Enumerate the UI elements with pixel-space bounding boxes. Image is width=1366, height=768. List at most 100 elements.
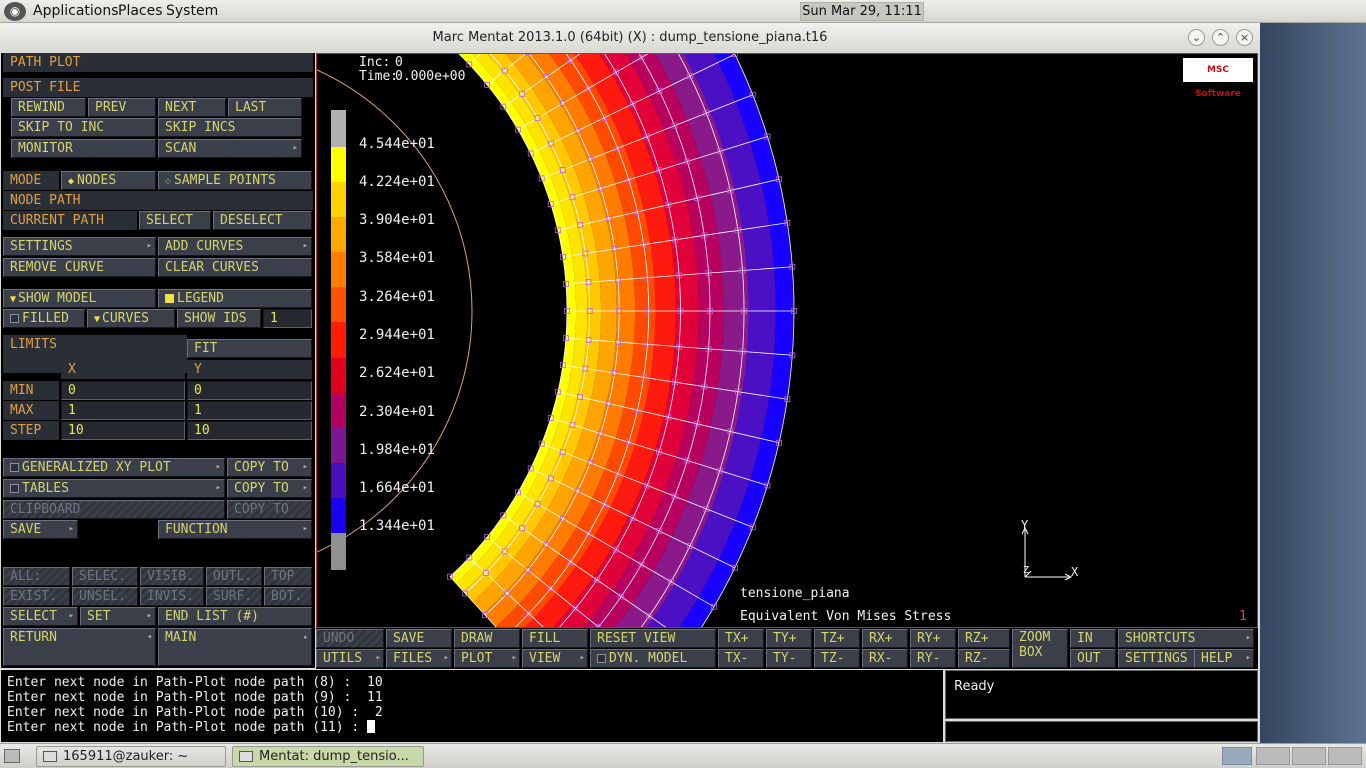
menu-system[interactable]: System	[166, 3, 218, 19]
legend-toggle[interactable]: LEGEND	[158, 289, 312, 308]
legend-value: 1.984e+01	[359, 442, 435, 458]
view-button[interactable]: VIEW ▸	[522, 649, 588, 668]
rewind-button[interactable]: REWIND	[11, 98, 86, 117]
console-line: Enter next node in Path-Plot node path (…	[7, 690, 383, 705]
tables-button[interactable]: TABLES ▸	[3, 479, 225, 498]
select-button[interactable]: SELECT ▸	[3, 607, 78, 626]
maximize-icon[interactable]: ⌃	[1212, 29, 1229, 46]
settings-button[interactable]: SETTINGS ▸	[3, 237, 156, 256]
end-list-button[interactable]: END LIST (#)	[158, 607, 312, 626]
curves-toggle[interactable]: ▼ CURVES	[87, 309, 175, 328]
nodes-radio[interactable]: ◆ NODES	[61, 171, 156, 190]
utils-button[interactable]: UTILS ▸	[316, 649, 384, 668]
ty-plus-button[interactable]: TY+	[766, 629, 812, 648]
skip-to-inc-button[interactable]: SKIP TO INC	[11, 118, 156, 137]
generalized-xy-plot-button[interactable]: GENERALIZED XY PLOT ▸	[3, 458, 225, 477]
main-button[interactable]: MAIN ▴	[158, 628, 312, 666]
window-title: Marc Mentat 2013.1.0 (64bit) (X) : dump_…	[432, 30, 828, 45]
save-plot-button[interactable]: SAVE ▸	[3, 520, 78, 539]
tx-minus-button[interactable]: TX-	[718, 649, 764, 668]
minimize-icon[interactable]: ⌄	[1188, 29, 1205, 46]
fill-button[interactable]: FILL	[522, 629, 588, 648]
taskbar-item-terminal[interactable]: 165911@zauker: ~	[36, 746, 226, 767]
command-console[interactable]: Enter next node in Path-Plot node path (…	[1, 670, 943, 742]
window-titlebar[interactable]: Marc Mentat 2013.1.0 (64bit) (X) : dump_…	[0, 23, 1260, 52]
ry-plus-button[interactable]: RY+	[910, 629, 956, 648]
fit-button[interactable]: FIT	[187, 339, 312, 358]
deselect-path-button[interactable]: DESELECT	[213, 211, 312, 230]
min-y-input[interactable]: 0	[187, 381, 312, 400]
zoom-out-button[interactable]: OUT	[1070, 649, 1116, 668]
zoom-box-button[interactable]: ZOOM BOX	[1012, 629, 1068, 668]
workspace-1[interactable]	[1222, 747, 1252, 765]
clear-curves-button[interactable]: CLEAR CURVES	[158, 258, 312, 277]
path-plot-panel: PATH PLOT POST FILE REWIND PREV NEXT LAS…	[1, 53, 315, 668]
legend-value: 4.544e+01	[359, 136, 435, 152]
show-model-toggle[interactable]: ▼ SHOW MODEL	[3, 289, 156, 308]
function-button[interactable]: FUNCTION ▸	[158, 520, 312, 539]
scan-label: SCAN	[165, 141, 197, 156]
sample-points-radio[interactable]: ◇ SAMPLE POINTS	[158, 171, 312, 190]
select-path-button[interactable]: SELECT	[139, 211, 211, 230]
step-x-input[interactable]: 10	[61, 421, 185, 440]
shortcuts-button[interactable]: SHORTCUTS ▸	[1118, 629, 1254, 648]
tx-plus-button[interactable]: TX+	[718, 629, 764, 648]
clock[interactable]: Sun Mar 29, 11:11	[800, 2, 924, 21]
rz-minus-button[interactable]: RZ-	[958, 649, 1010, 668]
menu-places[interactable]: Places	[118, 3, 163, 19]
show-ids-button[interactable]: SHOW IDS	[177, 309, 261, 328]
utils-label: UTILS	[323, 651, 363, 666]
show-ids-input[interactable]: 1	[263, 309, 312, 328]
scan-button[interactable]: SCAN ▸	[158, 139, 302, 158]
rx-plus-button[interactable]: RX+	[862, 629, 908, 648]
rz-plus-button[interactable]: RZ+	[958, 629, 1010, 648]
reset-view-button[interactable]: RESET VIEW	[590, 629, 716, 648]
status-text: Ready	[954, 679, 995, 694]
rx-minus-button[interactable]: RX-	[862, 649, 908, 668]
plot-button[interactable]: PLOT ▸	[454, 649, 520, 668]
monitor-button[interactable]: MONITOR	[11, 139, 156, 158]
set-button[interactable]: SET ▸	[80, 607, 156, 626]
legend-top-cap	[331, 110, 346, 147]
legend-value: 2.624e+01	[359, 365, 435, 381]
next-button[interactable]: NEXT	[158, 98, 226, 117]
save-button[interactable]: SAVE	[386, 629, 452, 648]
menu-applications[interactable]: Applications	[33, 3, 119, 19]
min-x-input[interactable]: 0	[61, 381, 185, 400]
taskbar-item-mentat[interactable]: Mentat: dump_tensio...	[232, 746, 424, 767]
last-button[interactable]: LAST	[228, 98, 302, 117]
max-y-input[interactable]: 1	[187, 401, 312, 420]
prev-button[interactable]: PREV	[88, 98, 156, 117]
main-label: MAIN	[165, 630, 197, 645]
filled-toggle[interactable]: FILLED	[3, 309, 85, 328]
nodes-label: NODES	[77, 173, 117, 188]
ty-minus-button[interactable]: TY-	[766, 649, 812, 668]
distro-logo-icon[interactable]: ◉	[4, 2, 26, 21]
skip-incs-button[interactable]: SKIP INCS	[158, 118, 302, 137]
workspace-4[interactable]	[1328, 747, 1362, 765]
max-x-input[interactable]: 1	[61, 401, 185, 420]
copy-to-button-2[interactable]: COPY TO ▸	[227, 479, 312, 498]
toolbar-settings-button[interactable]: SETTINGS	[1118, 649, 1196, 668]
zoom-in-button[interactable]: IN	[1070, 629, 1116, 648]
checkbox-icon	[10, 314, 19, 323]
console-input-line[interactable]: Enter next node in Path-Plot node path (…	[7, 720, 937, 735]
ry-minus-button[interactable]: RY-	[910, 649, 956, 668]
tz-minus-button[interactable]: TZ-	[814, 649, 860, 668]
tz-plus-button[interactable]: TZ+	[814, 629, 860, 648]
graphics-viewport[interactable]: Inc: 0 Time: 0.000e+00 MSC Software 4.54…	[316, 53, 1258, 628]
add-curves-button[interactable]: ADD CURVES ▸	[158, 237, 312, 256]
draw-button[interactable]: DRAW	[454, 629, 520, 648]
remove-curve-button[interactable]: REMOVE CURVE	[3, 258, 156, 277]
step-y-input[interactable]: 10	[187, 421, 312, 440]
workspace-3[interactable]	[1292, 747, 1326, 765]
workspace-2[interactable]	[1256, 747, 1290, 765]
copy-to-button-1[interactable]: COPY TO ▸	[227, 458, 312, 477]
close-icon[interactable]: ×	[1236, 29, 1253, 46]
dyn-model-toggle[interactable]: DYN. MODEL	[590, 649, 716, 668]
help-button[interactable]: HELP ▸	[1194, 649, 1254, 668]
files-button[interactable]: FILES ▸	[386, 649, 452, 668]
show-desktop-icon[interactable]	[4, 749, 20, 763]
frame-number: 1	[1239, 609, 1247, 624]
return-button[interactable]: RETURN ◂	[3, 628, 156, 666]
